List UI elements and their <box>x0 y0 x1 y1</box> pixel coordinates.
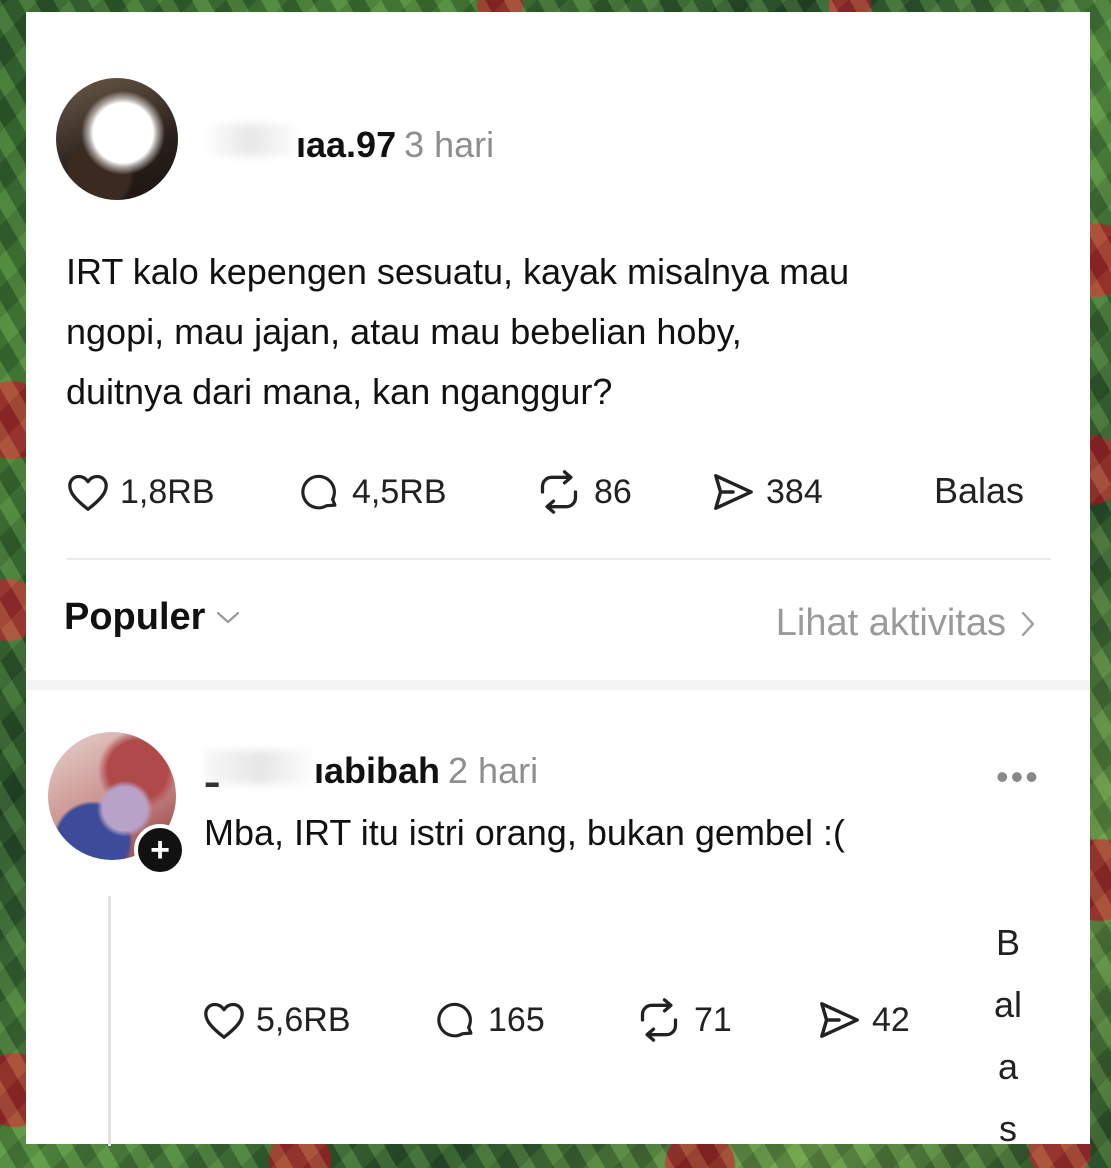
username-prefix: ـ <box>206 754 219 795</box>
post-time: 3 hari <box>404 124 495 165</box>
comment-count: 4,5RB <box>352 472 447 511</box>
reply-button[interactable]: B al a s <box>988 912 1028 1160</box>
comment-count: 165 <box>488 1000 545 1039</box>
section-separator <box>26 680 1090 690</box>
divider <box>66 558 1051 560</box>
repost-count: 86 <box>594 472 632 511</box>
post-actions: 1,8RB 4,5RB 86 384 Balas <box>26 462 1090 522</box>
avatar[interactable] <box>56 78 178 200</box>
heart-icon <box>204 1002 244 1039</box>
comment-bubble-icon <box>301 474 337 510</box>
like-button[interactable]: 5,6RB <box>202 990 351 1050</box>
like-count: 5,6RB <box>256 1000 351 1039</box>
reply-actions: 5,6RB 165 71 42 <box>26 990 1090 1050</box>
repost-count: 71 <box>694 1000 732 1039</box>
reply-button[interactable]: Balas <box>934 470 1024 512</box>
repost-button[interactable]: 86 <box>534 462 632 522</box>
username-text[interactable]: ıabibah <box>314 750 440 791</box>
view-activity-link[interactable]: Lihat aktivitas <box>776 602 1036 645</box>
username-text[interactable]: ıaa.97 <box>296 124 396 165</box>
share-count: 384 <box>766 472 823 511</box>
reply-text: Mba, IRT itu istri orang, bukan gembel :… <box>204 812 845 853</box>
like-button[interactable]: 1,8RB <box>66 462 215 522</box>
share-button[interactable]: 384 <box>710 462 823 522</box>
send-icon <box>820 1002 859 1038</box>
sort-dropdown[interactable]: Populer <box>64 596 241 639</box>
reply-label-char: a <box>997 1046 1019 1087</box>
like-count: 1,8RB <box>120 472 215 511</box>
share-count: 42 <box>872 1000 910 1039</box>
post-text-line: duitnya dari mana, kan nganggur? <box>66 371 613 412</box>
post-text-line: ngopi, mau jajan, atau mau bebelian hoby… <box>66 311 742 352</box>
post-username[interactable]: ıaa.97 3 hari <box>296 124 494 166</box>
post-text-line: IRT kalo kepengen sesuatu, kayak misalny… <box>66 251 850 292</box>
post-text: IRT kalo kepengen sesuatu, kayak misalny… <box>66 242 1046 422</box>
chevron-right-icon <box>1021 611 1035 636</box>
threads-card: ıaa.97 3 hari IRT kalo kepengen sesuatu, … <box>26 12 1090 1149</box>
share-button[interactable]: 42 <box>816 990 910 1050</box>
comment-button[interactable]: 165 <box>434 990 545 1050</box>
censored-handle <box>204 124 296 156</box>
reply-label-char: s <box>999 1108 1017 1149</box>
chevron-down-icon <box>217 611 240 623</box>
reply-time: 2 hari <box>448 750 539 791</box>
reply-label-char: B <box>995 922 1020 963</box>
activity-label: Lihat aktivitas <box>775 602 1006 644</box>
send-icon <box>714 474 753 510</box>
follow-button[interactable]: + <box>134 824 186 876</box>
comment-button[interactable]: 4,5RB <box>298 462 447 522</box>
repost-button[interactable]: 71 <box>634 990 732 1050</box>
comment-bubble-icon <box>437 1002 473 1038</box>
sort-label: Populer <box>64 596 206 638</box>
reply-username[interactable]: ـ ıabibah 2 hari <box>206 750 539 795</box>
more-options-icon[interactable]: ••• <box>996 756 1040 798</box>
reply-label-char: al <box>993 984 1023 1025</box>
heart-icon <box>68 474 108 511</box>
censored-handle <box>204 750 318 784</box>
plus-icon: + <box>150 831 170 869</box>
repost-icon <box>640 998 678 1042</box>
repost-icon <box>540 470 578 514</box>
